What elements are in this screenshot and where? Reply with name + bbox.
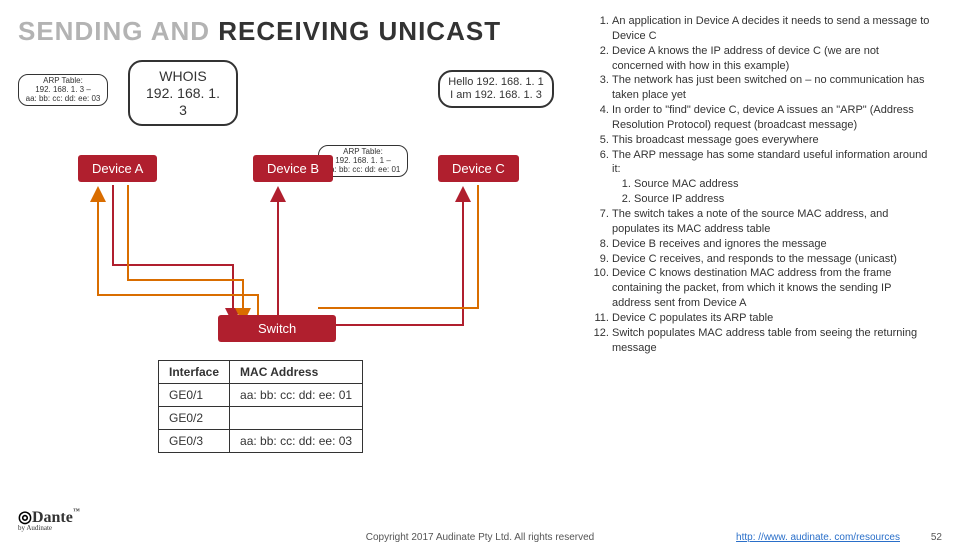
list-item: The network has just been switched on – … <box>612 73 930 103</box>
steps-list: An application in Device A decides it ne… <box>590 14 930 355</box>
col-mac: MAC Address <box>230 361 363 384</box>
title-part-grey: SENDING AND <box>18 16 218 46</box>
list-item: Device A knows the IP address of device … <box>612 44 930 74</box>
table-row: GE0/3 aa: bb: cc: dd: ee: 03 <box>159 430 363 453</box>
list-item: Source IP address <box>634 192 930 207</box>
whois-line2: 192. 168. 1. 3 <box>142 85 224 119</box>
resources-link[interactable]: http: //www. audinate. com/resources <box>736 532 900 543</box>
list-item: The ARP message has some standard useful… <box>612 148 930 207</box>
brand-logo: ◎Dante™ by Audinate <box>18 507 80 532</box>
table-header-row: Interface MAC Address <box>159 361 363 384</box>
whois-line1: WHOIS <box>142 68 224 85</box>
list-item: Device C receives, and responds to the m… <box>612 252 930 267</box>
list-item: Switch populates MAC address table from … <box>612 326 930 356</box>
list-item: The switch takes a note of the source MA… <box>612 207 930 237</box>
switch: Switch <box>218 315 336 342</box>
col-interface: Interface <box>159 361 230 384</box>
title-part-dark: RECEIVING UNICAST <box>218 16 501 46</box>
presentation-slide: SENDING AND RECEIVING UNICAST WHOIS 192.… <box>0 0 960 540</box>
list-item: Source MAC address <box>634 177 930 192</box>
callout-hello: Hello 192. 168. 1. 1 I am 192. 168. 1. 3 <box>438 70 554 108</box>
list-item: This broadcast message goes everywhere <box>612 133 930 148</box>
mac-address-table: Interface MAC Address GE0/1 aa: bb: cc: … <box>158 360 363 453</box>
list-item: Device B receives and ignores the messag… <box>612 237 930 252</box>
table-row: GE0/1 aa: bb: cc: dd: ee: 01 <box>159 384 363 407</box>
list-item: In order to "find" device C, device A is… <box>612 103 930 133</box>
device-a: Device A <box>78 155 157 182</box>
arp-table-a: ARP Table: 192. 168. 1. 3 – aa: bb: cc: … <box>18 74 108 106</box>
list-item: Device C knows destination MAC address f… <box>612 266 930 311</box>
callout-whois: WHOIS 192. 168. 1. 3 <box>128 60 238 126</box>
device-c: Device C <box>438 155 519 182</box>
list-item: Device C populates its ARP table <box>612 311 930 326</box>
sub-list: Source MAC address Source IP address <box>612 177 930 207</box>
device-b: Device B <box>253 155 333 182</box>
table-row: GE0/2 <box>159 407 363 430</box>
list-item: An application in Device A decides it ne… <box>612 14 930 44</box>
explanation-panel: An application in Device A decides it ne… <box>590 14 930 355</box>
copyright-text: Copyright 2017 Audinate Pty Ltd. All rig… <box>366 532 594 543</box>
page-number: 52 <box>931 532 942 543</box>
network-diagram: WHOIS 192. 168. 1. 3 Hello 192. 168. 1. … <box>18 60 578 480</box>
